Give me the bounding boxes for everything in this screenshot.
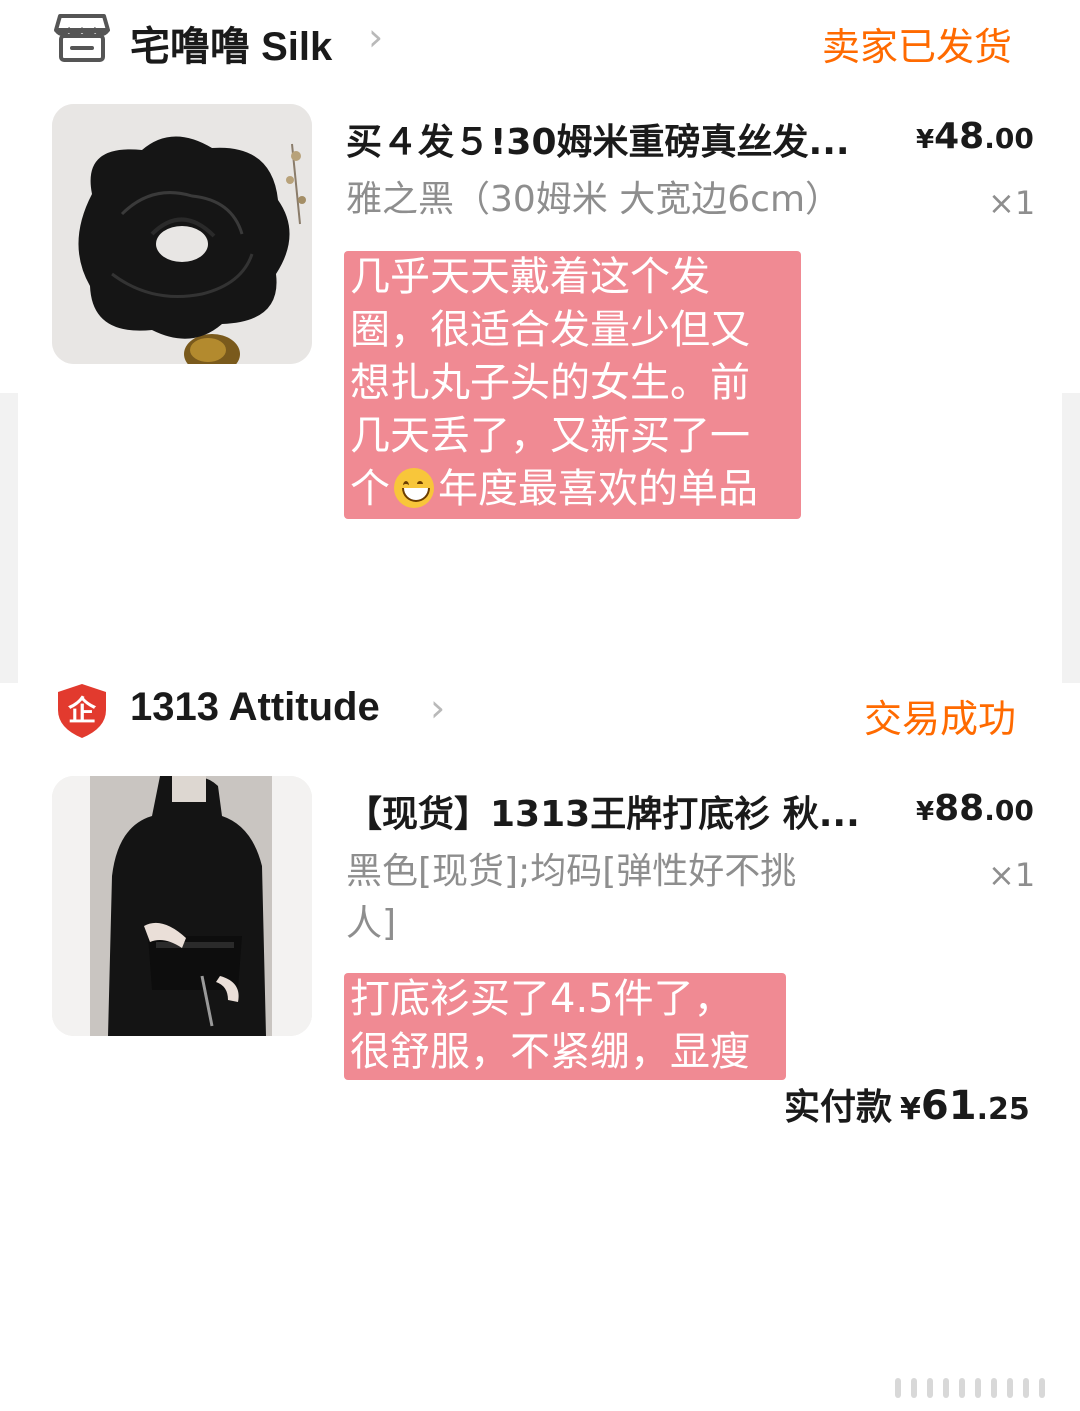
product-sku: 黑色[现货];均码[弹性好不挑 人] xyxy=(346,846,866,950)
store-name[interactable]: 宅噜噜 Silk xyxy=(130,14,332,72)
product-image[interactable] xyxy=(52,104,312,364)
note-line: 个年度最喜欢的单品 xyxy=(350,466,758,512)
annotation-note: 打底衫买了4.5件了， 很舒服，不紧绷，显瘦 xyxy=(344,973,786,1080)
product-sku: 雅之黑（30姆米 大宽边6cm） xyxy=(346,179,842,220)
order-status: 交易成功 xyxy=(864,697,1017,741)
note-line: 几天丢了，又新买了一 xyxy=(350,413,750,459)
sku-line: 人] xyxy=(346,903,397,944)
note-line: 打底衫买了4.5件了， xyxy=(350,976,734,1022)
item-quantity: ×1 xyxy=(988,856,1036,894)
chevron-right-icon[interactable]: › xyxy=(368,15,383,59)
item-price: ¥88.00 xyxy=(916,788,1034,829)
note-line: 圈，很适合发量少但又 xyxy=(350,307,750,353)
product-title[interactable]: 【现货】1313王牌打底衫 秋... xyxy=(346,785,896,837)
note-line: 很舒服，不紧绷，显瘦 xyxy=(350,1029,750,1075)
page-footer xyxy=(0,1124,1080,1411)
note-line: 想扎丸子头的女生。前 xyxy=(350,360,750,406)
store-name[interactable]: 1313 Attitude xyxy=(130,685,380,730)
order-status: 卖家已发货 xyxy=(822,25,1013,69)
item-price: ¥48.00 xyxy=(916,116,1034,157)
enterprise-shield-icon: 企 xyxy=(56,682,108,744)
sku-line: 黑色[现货];均码[弹性好不挑 xyxy=(346,851,797,892)
note-line: 几乎天天戴着这个发 xyxy=(350,254,710,300)
chevron-right-icon[interactable]: › xyxy=(430,686,445,730)
item-quantity: ×1 xyxy=(988,184,1036,222)
product-image[interactable] xyxy=(52,776,312,1036)
watermark-bars xyxy=(895,1378,1055,1402)
amount-paid: 实付款 ¥61.25 xyxy=(784,1083,1030,1129)
grinning-face-emoji-icon xyxy=(394,468,434,508)
svg-text:企: 企 xyxy=(68,694,97,727)
product-title[interactable]: 买４发５!30姆米重磅真丝发... xyxy=(346,113,896,165)
annotation-note: 几乎天天戴着这个发 圈，很适合发量少但又 想扎丸子头的女生。前 几天丢了，又新买… xyxy=(344,251,801,519)
store-icon xyxy=(54,12,110,68)
